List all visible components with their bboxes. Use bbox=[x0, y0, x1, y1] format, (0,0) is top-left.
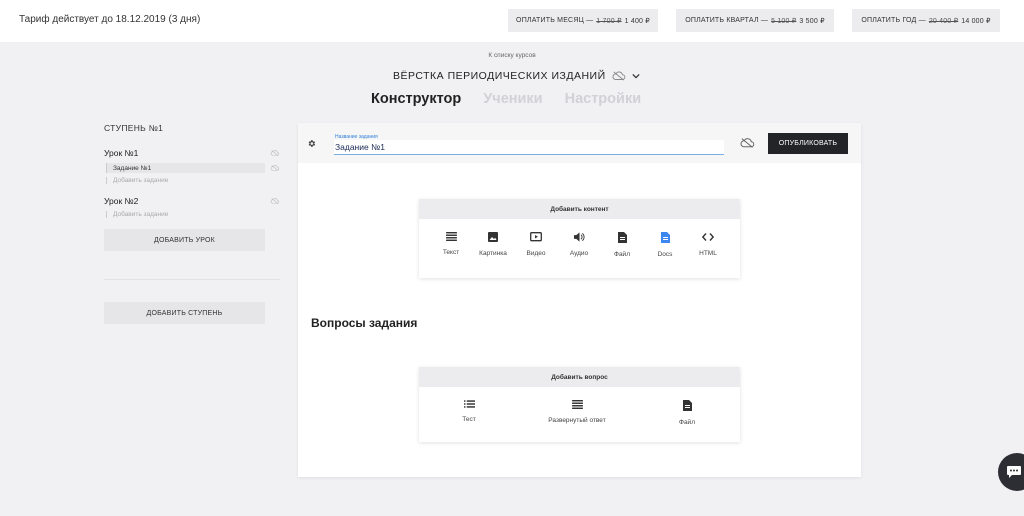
pay-quarter-new-price: 3 500 ₽ bbox=[799, 17, 825, 25]
paragraph-icon bbox=[571, 400, 583, 409]
chevron-down-icon[interactable] bbox=[632, 73, 640, 79]
lesson-title: Урок №2 bbox=[104, 196, 139, 206]
question-tool-test[interactable]: Тест bbox=[449, 400, 489, 423]
content-tool-file[interactable]: Файл bbox=[602, 232, 642, 258]
add-content-panel: Добавить контент Текст Картинка Видео Ау… bbox=[419, 199, 740, 278]
cloud-off-icon[interactable] bbox=[612, 71, 626, 81]
add-lesson-button[interactable]: ДОБАВИТЬ УРОК bbox=[104, 229, 265, 251]
cloud-off-icon bbox=[270, 165, 279, 171]
content-tool-docs[interactable]: Docs bbox=[645, 232, 685, 258]
cloud-off-icon bbox=[270, 150, 279, 156]
tool-label: Видео bbox=[526, 250, 546, 257]
lesson-title: Урок №1 bbox=[104, 148, 139, 158]
tab-constructor[interactable]: Конструктор bbox=[371, 91, 461, 107]
file-icon bbox=[617, 232, 627, 243]
top-bar: Тариф действует до 18.12.2019 (3 дня) ОП… bbox=[0, 0, 1024, 42]
tool-label: Текст bbox=[442, 249, 460, 256]
back-to-courses-link[interactable]: К списку курсов bbox=[0, 52, 1024, 59]
gear-icon[interactable] bbox=[307, 139, 316, 148]
lesson-item-1[interactable]: Урок №1 bbox=[104, 148, 280, 158]
pay-year-label: ОПЛАТИТЬ ГОД — bbox=[861, 17, 926, 24]
content-tool-audio[interactable]: Аудио bbox=[559, 232, 599, 257]
stage-title[interactable]: СТУПЕНЬ №1 bbox=[104, 123, 163, 133]
audio-icon bbox=[573, 232, 584, 242]
video-icon bbox=[530, 232, 542, 242]
tab-bar: Конструктор Ученики Настройки bbox=[371, 91, 641, 107]
add-question-title: Добавить вопрос bbox=[419, 367, 740, 387]
course-header: ВЁРСТКА ПЕРИОДИЧЕСКИХ ИЗДАНИЙ bbox=[393, 70, 640, 82]
pay-quarter-old-price: 5 100 ₽ bbox=[771, 17, 797, 25]
cloud-off-icon[interactable] bbox=[740, 138, 755, 148]
course-title: ВЁРСТКА ПЕРИОДИЧЕСКИХ ИЗДАНИЙ bbox=[393, 70, 606, 82]
text-icon bbox=[445, 232, 457, 241]
question-tool-long-answer[interactable]: Развернутый ответ bbox=[532, 400, 622, 424]
task-title: Задание №1 bbox=[113, 164, 152, 172]
add-question-panel: Добавить вопрос Тест Развернутый ответ Ф… bbox=[419, 367, 740, 442]
lesson-item-2[interactable]: Урок №2 bbox=[104, 196, 280, 206]
pay-quarter-label: ОПЛАТИТЬ КВАРТАЛ — bbox=[685, 17, 769, 24]
docs-icon bbox=[660, 232, 670, 243]
cloud-off-icon bbox=[270, 198, 279, 204]
pay-month-new-price: 1 400 ₽ bbox=[624, 17, 650, 25]
chat-icon bbox=[1007, 466, 1021, 478]
publish-button[interactable]: ОПУБЛИКОВАТЬ bbox=[768, 133, 848, 154]
tool-label: Картинка bbox=[479, 250, 507, 257]
file-icon bbox=[682, 400, 692, 411]
add-task-link[interactable]: Добавить задание bbox=[106, 177, 168, 184]
pay-year-old-price: 20 400 ₽ bbox=[928, 17, 959, 25]
content-tool-html[interactable]: HTML bbox=[688, 232, 728, 257]
list-icon bbox=[463, 400, 475, 408]
tool-label: Развернутый ответ bbox=[548, 417, 606, 424]
pay-year-new-price: 14 000 ₽ bbox=[961, 17, 991, 25]
task-item[interactable]: Задание №1 bbox=[106, 163, 265, 173]
sidebar-divider bbox=[104, 279, 280, 280]
add-content-title: Добавить контент bbox=[419, 199, 740, 219]
question-tool-file[interactable]: Файл bbox=[667, 400, 707, 426]
questions-section-title: Вопросы задания bbox=[311, 316, 418, 330]
tab-settings[interactable]: Настройки bbox=[565, 91, 642, 107]
pay-month-label: ОПЛАТИТЬ МЕСЯЦ — bbox=[516, 17, 594, 24]
pay-month-button[interactable]: ОПЛАТИТЬ МЕСЯЦ — 1 700 ₽ 1 400 ₽ bbox=[508, 9, 658, 32]
add-task-link[interactable]: Добавить задание bbox=[106, 211, 168, 218]
content-tool-video[interactable]: Видео bbox=[516, 232, 556, 257]
tool-label: Docs bbox=[657, 251, 673, 258]
pay-year-button[interactable]: ОПЛАТИТЬ ГОД — 20 400 ₽ 14 000 ₽ bbox=[852, 9, 1000, 32]
content-tool-image[interactable]: Картинка bbox=[473, 232, 513, 257]
html-icon bbox=[702, 233, 714, 241]
add-stage-button[interactable]: ДОБАВИТЬ СТУПЕНЬ bbox=[104, 302, 265, 324]
tool-label: Файл bbox=[679, 419, 695, 426]
pay-quarter-button[interactable]: ОПЛАТИТЬ КВАРТАЛ — 5 100 ₽ 3 500 ₽ bbox=[676, 9, 834, 32]
chat-widget-button[interactable] bbox=[998, 453, 1024, 491]
tariff-status: Тариф действует до 18.12.2019 (3 дня) bbox=[19, 14, 201, 25]
content-tool-text[interactable]: Текст bbox=[431, 232, 471, 256]
task-editor-card: Название задания ОПУБЛИКОВАТЬ Добавить к… bbox=[298, 123, 861, 477]
tool-label: HTML bbox=[699, 250, 717, 257]
image-icon bbox=[488, 232, 498, 242]
task-name-input[interactable] bbox=[334, 140, 724, 155]
tab-students[interactable]: Ученики bbox=[483, 91, 542, 107]
tool-label: Файл bbox=[614, 251, 630, 258]
tool-label: Аудио bbox=[569, 250, 589, 257]
task-editor-header: Название задания ОПУБЛИКОВАТЬ bbox=[298, 123, 861, 163]
pay-month-old-price: 1 700 ₽ bbox=[596, 17, 622, 25]
tool-label: Тест bbox=[462, 416, 476, 423]
